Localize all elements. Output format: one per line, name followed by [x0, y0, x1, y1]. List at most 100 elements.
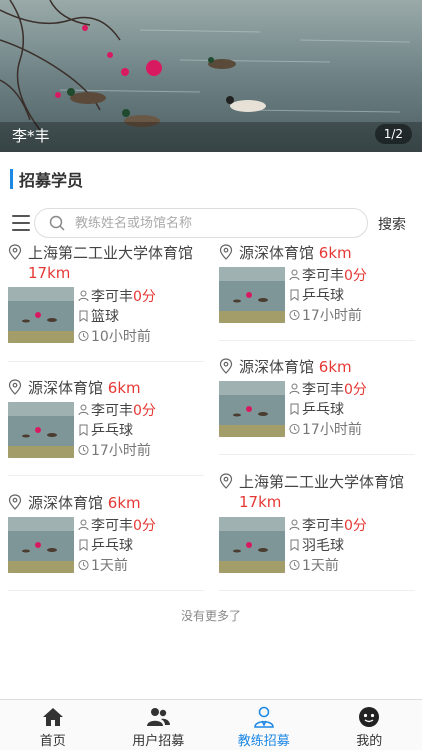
person-icon [78, 290, 89, 302]
venue-thumbnail [219, 381, 285, 437]
sport-row: 乒乓球 [289, 400, 344, 420]
banner-title: 李*丰 [12, 127, 50, 145]
recruit-card[interactable]: 源深体育馆 6km 李可丰0分 乒乓球 17小时前 [219, 243, 415, 341]
clock-icon [289, 559, 300, 571]
post-time: 17小时前 [91, 443, 151, 459]
search-button[interactable]: 搜索 [378, 214, 406, 234]
recruit-card[interactable]: 源深体育馆 6km 李可丰0分 乒乓球 17小时前 [219, 357, 415, 455]
person-icon [78, 519, 89, 531]
location-pin-icon [8, 379, 22, 395]
menu-icon[interactable] [12, 215, 30, 231]
coach-price: 0分 [133, 289, 156, 305]
bookmark-icon [79, 424, 88, 436]
bottom-tab-bar: 首页 用户招募 教练招募 我的 [0, 699, 422, 750]
sport-row: 篮球 [78, 307, 119, 327]
section-header: 招募学员 [10, 168, 83, 190]
tab-user-recruit[interactable]: 用户招募 [106, 700, 212, 750]
coach-name: 李可丰 [302, 382, 344, 398]
recruit-card[interactable]: 上海第二工业大学体育馆 17km 李可丰0分 羽毛球 1天前 [219, 472, 415, 591]
tab-home[interactable]: 首页 [0, 700, 106, 750]
tab-label: 用户招募 [132, 734, 185, 749]
venue-distance: 6km [107, 494, 141, 512]
coach-price: 0分 [344, 382, 367, 398]
coach-row: 李可丰0分 [289, 380, 367, 400]
sport-name: 篮球 [91, 309, 119, 325]
venue-name: 源深体育馆 [28, 379, 104, 397]
sport-row: 乒乓球 [78, 536, 133, 556]
venue-distance: 6km [107, 379, 141, 397]
tab-coach-recruit[interactable]: 教练招募 [211, 700, 317, 750]
venue-thumbnail [8, 402, 74, 458]
banner-page-indicator: 1/2 [374, 124, 412, 144]
coach-price: 0分 [344, 518, 367, 534]
clock-icon [289, 309, 300, 321]
person-icon [289, 383, 300, 395]
sport-name: 乒乓球 [91, 423, 133, 439]
venue-thumbnail [8, 517, 74, 573]
post-time: 1天前 [91, 558, 128, 574]
sport-name: 乒乓球 [91, 538, 133, 554]
coach-name: 李可丰 [302, 518, 344, 534]
card-venue: 源深体育馆 6km [219, 357, 415, 377]
card-venue: 上海第二工业大学体育馆 17km [8, 243, 204, 283]
tab-profile[interactable]: 我的 [317, 700, 422, 750]
venue-thumbnail [219, 267, 285, 323]
bookmark-icon [290, 403, 299, 415]
coach-row: 李可丰0分 [289, 516, 367, 536]
person-icon [78, 404, 89, 416]
tab-label: 教练招募 [237, 734, 290, 749]
card-venue: 源深体育馆 6km [8, 378, 204, 398]
section-accent-bar [10, 169, 13, 189]
time-row: 1天前 [78, 556, 128, 576]
coach-price: 0分 [344, 268, 367, 284]
person-icon [289, 519, 300, 531]
coach-price: 0分 [133, 403, 156, 419]
time-row: 17小时前 [289, 420, 362, 440]
search-box[interactable] [34, 208, 368, 238]
coach-price: 0分 [133, 518, 156, 534]
recruit-card[interactable]: 上海第二工业大学体育馆 17km 李可丰0分 篮球 10小时前 [8, 243, 204, 362]
clock-icon [78, 330, 89, 342]
post-time: 10小时前 [91, 329, 151, 345]
search-input[interactable] [75, 215, 335, 231]
time-row: 17小时前 [289, 306, 362, 326]
sport-row: 乒乓球 [289, 286, 344, 306]
post-time: 1天前 [302, 558, 339, 574]
tab-label: 我的 [356, 734, 383, 749]
banner-carousel[interactable]: 李*丰 1/2 [0, 0, 422, 152]
recruit-card[interactable]: 源深体育馆 6km 李可丰0分 乒乓球 17小时前 [8, 378, 204, 476]
location-pin-icon [219, 244, 233, 260]
bookmark-icon [79, 539, 88, 551]
person-icon [289, 269, 300, 281]
search-row: 搜索 [0, 206, 422, 240]
card-venue: 源深体育馆 6km [219, 243, 415, 263]
clock-icon [78, 444, 89, 456]
venue-distance: 6km [318, 244, 352, 262]
bookmark-icon [290, 539, 299, 551]
recruit-card[interactable]: 源深体育馆 6km 李可丰0分 乒乓球 1天前 [8, 493, 204, 591]
venue-name: 源深体育馆 [239, 244, 315, 262]
coach-name: 李可丰 [91, 518, 133, 534]
venue-name: 源深体育馆 [28, 494, 104, 512]
users-icon [147, 708, 171, 726]
time-row: 1天前 [289, 556, 339, 576]
venue-distance: 17km [28, 264, 71, 282]
sport-name: 羽毛球 [302, 538, 344, 554]
bookmark-icon [79, 310, 88, 322]
sport-row: 羽毛球 [289, 536, 344, 556]
location-pin-icon [219, 473, 233, 489]
venue-distance: 6km [318, 358, 352, 376]
clock-icon [289, 423, 300, 435]
banner-caption [0, 122, 422, 152]
coach-row: 李可丰0分 [78, 516, 156, 536]
sport-row: 乒乓球 [78, 421, 133, 441]
venue-distance: 17km [239, 493, 282, 511]
venue-thumbnail [8, 287, 74, 343]
profile-icon [359, 707, 380, 727]
coach-row: 李可丰0分 [78, 287, 156, 307]
search-icon [49, 215, 65, 231]
venue-name: 上海第二工业大学体育馆 [28, 244, 194, 262]
venue-thumbnail [219, 517, 285, 573]
card-venue: 源深体育馆 6km [8, 493, 204, 513]
sport-name: 乒乓球 [302, 288, 344, 304]
